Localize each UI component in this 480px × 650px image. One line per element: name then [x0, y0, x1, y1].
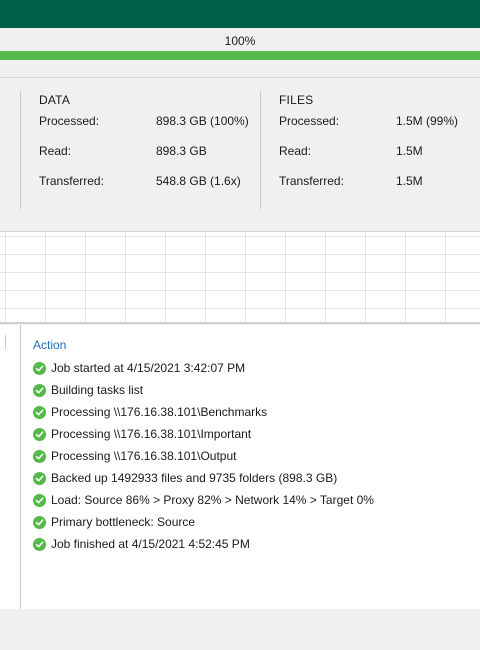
- files-heading: FILES: [279, 93, 314, 107]
- progress-bar-fill: [0, 51, 480, 60]
- stat-label: Read:: [279, 144, 312, 158]
- stats-panel: DATA Processed: 898.3 GB (100%) Read: 89…: [0, 79, 480, 231]
- progress-percent-label: 100%: [224, 34, 256, 48]
- log-item-text: Job finished at 4/15/2021 4:52:45 PM: [51, 537, 250, 551]
- success-check-icon: [33, 515, 46, 529]
- progress-bar: [0, 51, 480, 60]
- window-titlebar: [0, 0, 480, 28]
- success-check-icon: [33, 537, 46, 551]
- files-read-row: Read: 1.5M: [279, 143, 423, 173]
- files-processed-row: Processed: 1.5M (99%): [279, 113, 458, 143]
- action-log-list: Job started at 4/15/2021 3:42:07 PM Build…: [33, 357, 374, 555]
- log-item[interactable]: Backed up 1492933 files and 9735 folders…: [33, 467, 374, 489]
- log-item[interactable]: Load: Source 86% > Proxy 82% > Network 1…: [33, 489, 374, 511]
- log-item[interactable]: Job started at 4/15/2021 3:42:07 PM: [33, 357, 374, 379]
- log-item[interactable]: Job finished at 4/15/2021 4:52:45 PM: [33, 533, 374, 555]
- log-item-text: Job started at 4/15/2021 3:42:07 PM: [51, 361, 246, 375]
- throughput-graph: [0, 231, 480, 324]
- stat-value: 1.5M (99%): [396, 114, 459, 128]
- stat-value: 1.5M: [396, 174, 423, 188]
- data-stats-group: DATA Processed: 898.3 GB (100%) Read: 89…: [39, 93, 249, 203]
- stats-column-divider: [260, 91, 261, 209]
- log-item[interactable]: Building tasks list: [33, 379, 374, 401]
- stat-value: 1.5M: [396, 144, 423, 158]
- stat-label: Processed:: [279, 114, 340, 128]
- log-item-text: Processing \\176.16.38.101\Output: [51, 449, 237, 463]
- log-item[interactable]: Primary bottleneck: Source: [33, 511, 374, 533]
- stat-value: 548.8 GB (1.6x): [156, 174, 241, 188]
- log-item-text: Backed up 1492933 files and 9735 folders…: [51, 471, 338, 485]
- log-item[interactable]: Processing \\176.16.38.101\Important: [33, 423, 374, 445]
- stat-label: Processed:: [39, 114, 100, 128]
- success-check-icon: [33, 471, 46, 485]
- stats-left-divider: [20, 91, 21, 209]
- log-item[interactable]: Processing \\176.16.38.101\Output: [33, 445, 374, 467]
- log-item-text: Processing \\176.16.38.101\Benchmarks: [51, 405, 268, 419]
- log-item-text: Primary bottleneck: Source: [51, 515, 196, 529]
- action-column-header[interactable]: Action: [33, 338, 66, 352]
- stat-value: 898.3 GB: [156, 144, 207, 158]
- footer-area: [0, 609, 480, 650]
- data-heading: DATA: [39, 93, 71, 107]
- log-item[interactable]: Processing \\176.16.38.101\Benchmarks: [33, 401, 374, 423]
- success-check-icon: [33, 449, 46, 463]
- files-transferred-row: Transferred: 1.5M: [279, 173, 423, 203]
- data-processed-row: Processed: 898.3 GB (100%): [39, 113, 249, 143]
- stat-label: Transferred:: [279, 174, 344, 188]
- files-stats-group: FILES Processed: 1.5M (99%) Read: 1.5M T…: [279, 93, 458, 203]
- session-list-edge: [0, 335, 6, 349]
- log-item-text: Building tasks list: [51, 383, 144, 397]
- success-check-icon: [33, 405, 46, 419]
- success-check-icon: [33, 361, 46, 375]
- success-check-icon: [33, 383, 46, 397]
- log-item-text: Processing \\176.16.38.101\Important: [51, 427, 252, 441]
- stat-label: Transferred:: [39, 174, 104, 188]
- log-left-divider: [20, 325, 21, 609]
- log-item-text: Load: Source 86% > Proxy 82% > Network 1…: [51, 493, 374, 507]
- progress-section: 100%: [0, 28, 480, 78]
- stat-value: 898.3 GB (100%): [156, 114, 249, 128]
- success-check-icon: [33, 493, 46, 507]
- action-log-panel[interactable]: Action Job started at 4/15/2021 3:42:07 …: [0, 325, 480, 609]
- success-check-icon: [33, 427, 46, 441]
- stat-label: Read:: [39, 144, 72, 158]
- data-read-row: Read: 898.3 GB: [39, 143, 207, 173]
- data-transferred-row: Transferred: 548.8 GB (1.6x): [39, 173, 241, 203]
